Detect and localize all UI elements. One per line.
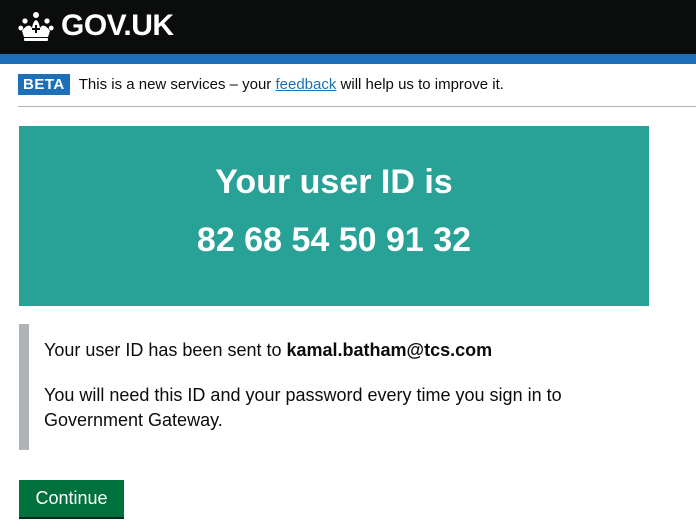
phase-text-before: This is a new services – your [78, 76, 276, 93]
phase-text-after: will help us to improve it. [336, 76, 504, 93]
phase-banner: BETA This is a new services – your feedb… [18, 74, 504, 95]
phase-banner-text: This is a new services – your feedback w… [79, 76, 504, 93]
id-usage-note: You will need this ID and your password … [44, 385, 562, 430]
header-blue-bar [0, 54, 696, 64]
sent-to-message: Your user ID has been sent to kamal.bath… [44, 338, 604, 363]
user-id-value: 82 68 54 50 91 32 [196, 221, 472, 259]
confirmation-panel: Your user ID is 82 68 54 50 91 32 [19, 126, 649, 306]
govuk-logo-text: GOV.UK [61, 9, 174, 42]
panel-title: Your user ID is [215, 163, 453, 201]
crown-icon [18, 12, 54, 41]
feedback-link[interactable]: feedback [275, 76, 336, 93]
site-header: GOV.UK [0, 0, 696, 54]
sent-prefix: Your user ID has been sent to [44, 340, 287, 360]
beta-tag: BETA [18, 74, 70, 95]
continue-button[interactable]: Continue [19, 480, 124, 517]
govuk-logo-link[interactable]: GOV.UK [18, 11, 174, 41]
email-address: kamal.batham@tcs.com [286, 340, 493, 360]
inset-text: Your user ID has been sent to kamal.bath… [19, 324, 619, 450]
phase-banner-divider [18, 106, 696, 107]
